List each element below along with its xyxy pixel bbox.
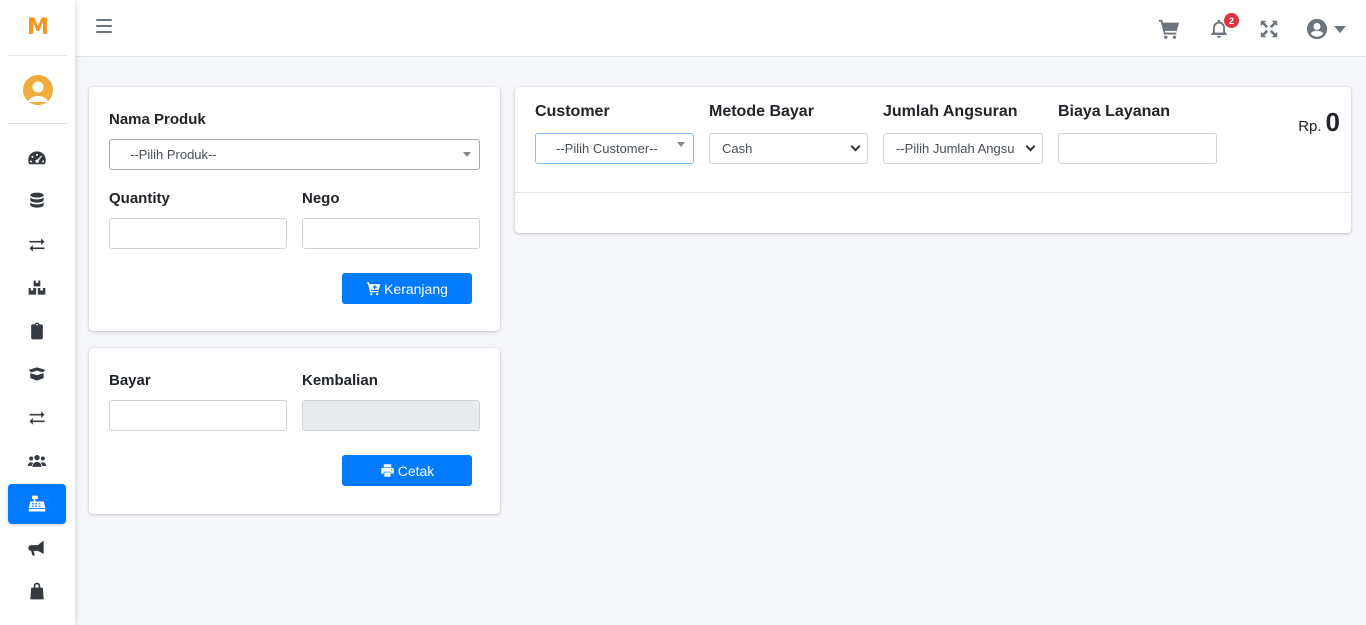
clipboard-icon [31,322,43,340]
chevron-down-icon [850,141,861,152]
sidebar-item-users[interactable] [8,441,66,481]
cart-icon [1158,19,1180,39]
product-select-value: --Pilih Produk-- [130,147,217,162]
sidebar-item-cash-register[interactable] [8,484,66,525]
box-open-icon [28,367,46,382]
sidebar-item-shopping[interactable] [8,571,66,611]
quantity-label: Quantity [109,190,170,207]
users-icon [27,455,47,467]
fullscreen-button[interactable] [1244,14,1294,44]
user-menu[interactable] [1306,18,1346,40]
shopping-bag-icon [30,582,44,600]
sidebar-item-database[interactable] [8,181,66,221]
bayar-input[interactable] [109,400,287,431]
payment-card: Bayar Kembalian Cetak [89,348,500,514]
user-panel [8,56,67,124]
bayar-label: Bayar [109,372,151,389]
quantity-input[interactable] [109,218,287,249]
brand-logo[interactable]: M [27,15,49,40]
cash-register-icon [28,496,46,512]
boxes-icon [28,280,46,295]
avatar[interactable] [22,74,53,105]
print-icon [380,464,394,477]
sidebar-item-stock[interactable] [8,268,66,308]
cart-button[interactable] [1144,14,1194,44]
hamburger-icon[interactable] [96,19,112,33]
chevron-down-icon [1334,25,1346,33]
customer-select[interactable]: --Pilih Customer-- [535,133,694,164]
notification-badge: 2 [1224,13,1239,28]
customer-select-value: --Pilih Customer-- [556,141,658,156]
cart-plus-icon [366,282,381,296]
nego-input[interactable] [302,218,480,249]
sidebar-item-announcement[interactable] [8,528,66,568]
biaya-label: Biaya Layanan [1058,103,1171,120]
chevron-down-icon [1025,141,1036,152]
database-icon [30,192,44,208]
sidebar-item-dashboard[interactable] [8,138,66,178]
product-card: Nama Produk --Pilih Produk-- Quantity Ne… [89,87,500,331]
user-avatar-icon [27,81,48,102]
sidebar-item-packages[interactable] [8,354,66,394]
nego-label: Nego [302,190,340,207]
total-amount: 0 [1325,107,1340,137]
sidebar-item-transfer-2[interactable] [8,398,66,438]
biaya-input[interactable] [1058,133,1217,164]
angsuran-select[interactable]: --Pilih Jumlah Angsu [883,133,1043,164]
card-divider [515,192,1351,193]
notifications-button[interactable]: 2 [1194,13,1244,44]
add-to-cart-label: Keranjang [384,280,448,297]
exchange-icon [29,411,45,425]
currency-label: Rp. [1298,118,1322,135]
order-card: Customer Metode Bayar Jumlah Angsuran Bi… [515,87,1351,233]
angsuran-select-value: --Pilih Jumlah Angsu [896,141,1015,156]
navbar-actions: 2 [1144,13,1346,44]
tachometer-icon [28,151,46,165]
sidebar-item-clipboard[interactable] [8,311,66,351]
caret-down-icon [677,142,685,147]
user-circle-icon [1306,18,1328,40]
expand-icon [1260,20,1278,38]
total-display: Rp. 0 [1298,107,1340,138]
kembalian-input [302,400,480,431]
print-label: Cetak [397,462,435,479]
bullhorn-icon [28,540,44,556]
exchange-icon [29,237,45,252]
product-label: Nama Produk [109,111,206,128]
customer-label: Customer [535,103,610,120]
add-to-cart-button[interactable]: Keranjang [342,273,472,304]
sidebar-item-transfer[interactable] [8,225,66,265]
top-navbar: 2 [75,0,1366,57]
metode-select-value: Cash [722,141,753,156]
brand[interactable]: M [8,0,67,56]
sidebar: M [0,0,75,625]
angsuran-label: Jumlah Angsuran [883,103,1018,120]
metode-label: Metode Bayar [709,103,814,120]
print-button[interactable]: Cetak [342,455,472,486]
kembalian-label: Kembalian [302,372,378,389]
product-select[interactable]: --Pilih Produk-- [109,139,480,170]
caret-down-icon [463,152,471,157]
sidebar-nav [0,124,75,611]
metode-select[interactable]: Cash [709,133,868,164]
